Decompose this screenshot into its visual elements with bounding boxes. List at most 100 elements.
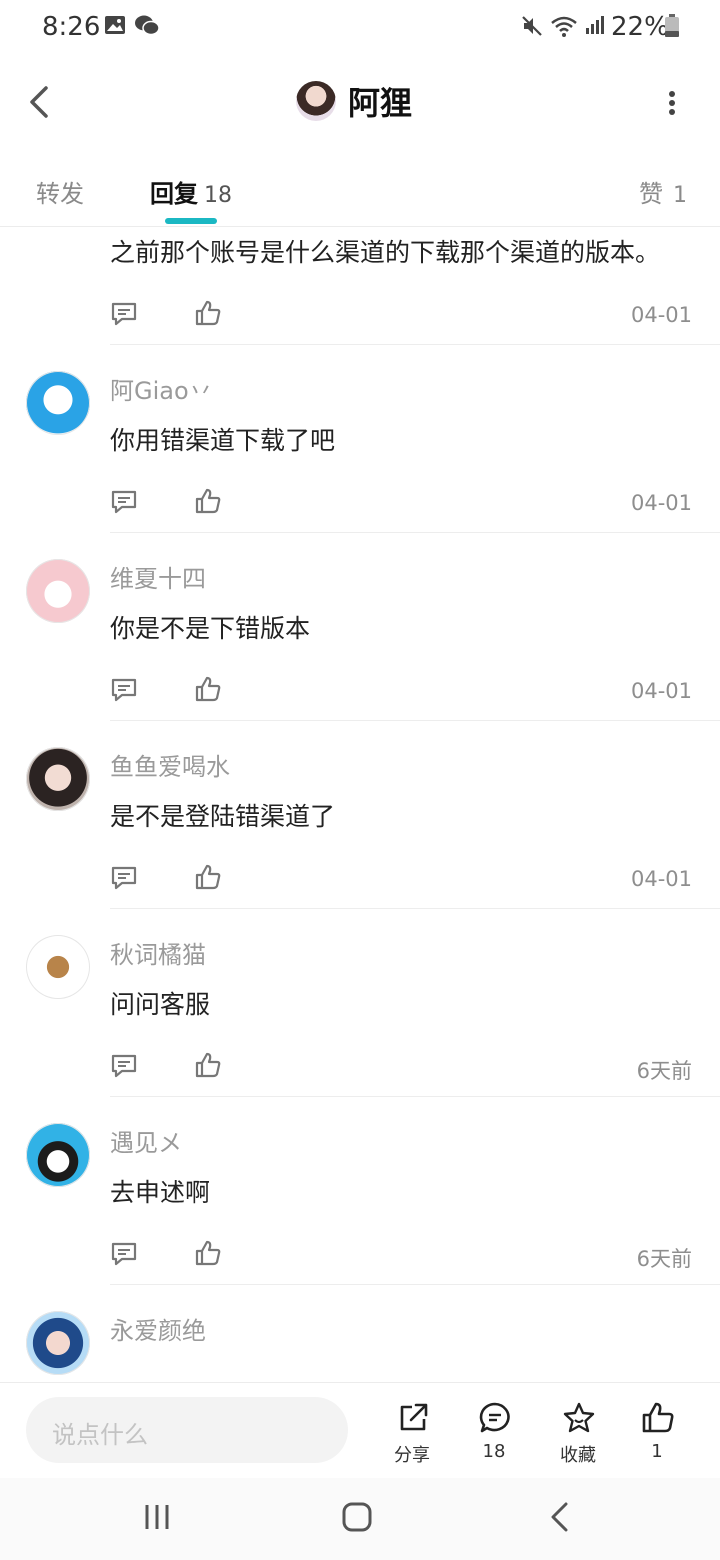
comment-text: 你用错渠道下载了吧	[110, 426, 336, 455]
comment-date: 04-01	[630, 303, 692, 327]
tab-reply-label: 回复	[150, 180, 198, 208]
title-wrap: 阿狸	[296, 76, 412, 126]
gallery-icon	[104, 14, 126, 40]
reply-button[interactable]	[110, 865, 138, 895]
tab-reply[interactable]: 回复 18	[150, 174, 232, 209]
thumbs-up-icon	[195, 488, 221, 514]
comment-icon	[111, 678, 137, 702]
comment-icon	[111, 490, 137, 514]
comment-item: 秋词橘猫 问问客服 6天前	[0, 909, 720, 1097]
thumbs-up-icon	[642, 1402, 674, 1433]
status-bar: 8:26 22%	[0, 0, 720, 56]
like-button[interactable]	[194, 1051, 222, 1083]
reply-button[interactable]	[110, 489, 138, 519]
share-icon	[400, 1403, 428, 1431]
header: 阿狸	[0, 56, 720, 148]
comment-count-button[interactable]: 18	[459, 1397, 529, 1469]
wechat-icon	[134, 14, 160, 40]
favorite-button[interactable]: 收藏	[543, 1397, 613, 1469]
reply-button[interactable]	[110, 301, 138, 331]
tab-repost[interactable]: 转发	[36, 174, 84, 209]
comment-icon	[111, 1054, 137, 1078]
system-nav-bar	[0, 1478, 720, 1560]
comment-list[interactable]: 之前那个账号是什么渠道的下载那个渠道的版本。 04-01 阿Giao丷 你用错渠…	[0, 227, 720, 1382]
comment-item: 维夏十四 你是不是下错版本 04-01	[0, 533, 720, 721]
like-count-button[interactable]: 1	[622, 1397, 692, 1469]
comment-text: 之前那个账号是什么渠道的下载那个渠道的版本。	[110, 238, 661, 267]
like-count: 1	[651, 1441, 663, 1462]
back-button[interactable]	[22, 80, 62, 124]
avatar[interactable]	[26, 371, 90, 435]
recent-apps-icon[interactable]	[140, 1500, 174, 1538]
comment-icon	[111, 1242, 137, 1266]
comment-input-placeholder: 说点什么	[52, 1421, 148, 1449]
like-button[interactable]	[194, 863, 222, 895]
avatar[interactable]	[26, 747, 90, 811]
thumbs-up-icon	[195, 1052, 221, 1078]
chevron-left-icon	[30, 86, 48, 118]
tab-reply-count: 18	[204, 183, 232, 208]
comment-item: 鱼鱼爱喝水 是不是登陆错渠道了 04-01	[0, 721, 720, 909]
share-label: 分享	[394, 1445, 430, 1466]
favorite-label: 收藏	[560, 1445, 596, 1466]
comment-icon	[111, 302, 137, 326]
like-button[interactable]	[194, 487, 222, 519]
battery-percent: 22%	[611, 12, 669, 42]
comment-text: 去申述啊	[110, 1178, 211, 1207]
comment-input[interactable]: 说点什么	[26, 1397, 348, 1463]
tab-indicator	[165, 218, 217, 224]
comment-text: 你是不是下错版本	[110, 614, 311, 643]
comment-count: 18	[482, 1441, 506, 1462]
like-button[interactable]	[194, 1239, 222, 1271]
avatar[interactable]	[296, 81, 336, 121]
avatar[interactable]	[26, 1311, 90, 1375]
mute-icon	[520, 14, 544, 42]
comment-item: 之前那个账号是什么渠道的下载那个渠道的版本。 04-01	[0, 227, 720, 345]
more-vertical-icon	[669, 91, 675, 115]
avatar[interactable]	[26, 935, 90, 999]
share-button[interactable]: 分享	[377, 1397, 447, 1469]
home-icon[interactable]	[340, 1500, 374, 1538]
comment-author[interactable]: 鱼鱼爱喝水	[110, 747, 230, 782]
comment-date: 6天前	[636, 1059, 692, 1083]
comment-author[interactable]: 维夏十四	[110, 559, 206, 594]
status-time: 8:26	[42, 12, 101, 42]
thumbs-up-icon	[195, 864, 221, 890]
thumbs-up-icon	[195, 300, 221, 326]
page-title: 阿狸	[348, 84, 413, 122]
thumbs-up-icon	[195, 676, 221, 702]
avatar[interactable]	[26, 559, 90, 623]
signal-icon	[584, 14, 606, 40]
comment-author[interactable]: 永爱颜绝	[110, 1311, 206, 1346]
tab-bar: 转发 回复 18 赞1	[0, 148, 720, 227]
comment-date: 04-01	[630, 491, 692, 515]
comment-author[interactable]: 遇见メ	[110, 1123, 182, 1158]
battery-icon	[664, 14, 680, 42]
thumbs-up-icon	[195, 1240, 221, 1266]
avatar[interactable]	[26, 1123, 90, 1187]
reply-button[interactable]	[110, 1241, 138, 1271]
more-button[interactable]	[662, 88, 682, 118]
comment-date: 04-01	[630, 679, 692, 703]
comment-icon	[111, 866, 137, 890]
comment-bubble-icon	[479, 1402, 510, 1433]
tab-like[interactable]: 赞1	[639, 174, 687, 209]
like-button[interactable]	[194, 675, 222, 707]
tab-like-count: 1	[673, 183, 687, 208]
reply-button[interactable]	[110, 677, 138, 707]
comment-date: 04-01	[630, 867, 692, 891]
comment-text: 问问客服	[110, 990, 211, 1019]
like-button[interactable]	[194, 299, 222, 331]
comment-date: 6天前	[636, 1247, 692, 1271]
reply-button[interactable]	[110, 1053, 138, 1083]
tab-like-label: 赞	[639, 180, 663, 208]
back-nav-icon[interactable]	[543, 1500, 577, 1538]
comment-item: 遇见メ 去申述啊 6天前	[0, 1097, 720, 1285]
comment-author[interactable]: 秋词橘猫	[110, 935, 206, 970]
comment-author[interactable]: 阿Giao丷	[110, 371, 213, 406]
comment-item: 永爱颜绝	[0, 1285, 720, 1382]
star-icon	[563, 1402, 595, 1433]
comment-item: 阿Giao丷 你用错渠道下载了吧 04-01	[0, 345, 720, 533]
action-bar: 说点什么 分享 18 收藏 1	[0, 1382, 720, 1479]
comment-text: 是不是登陆错渠道了	[110, 802, 336, 831]
